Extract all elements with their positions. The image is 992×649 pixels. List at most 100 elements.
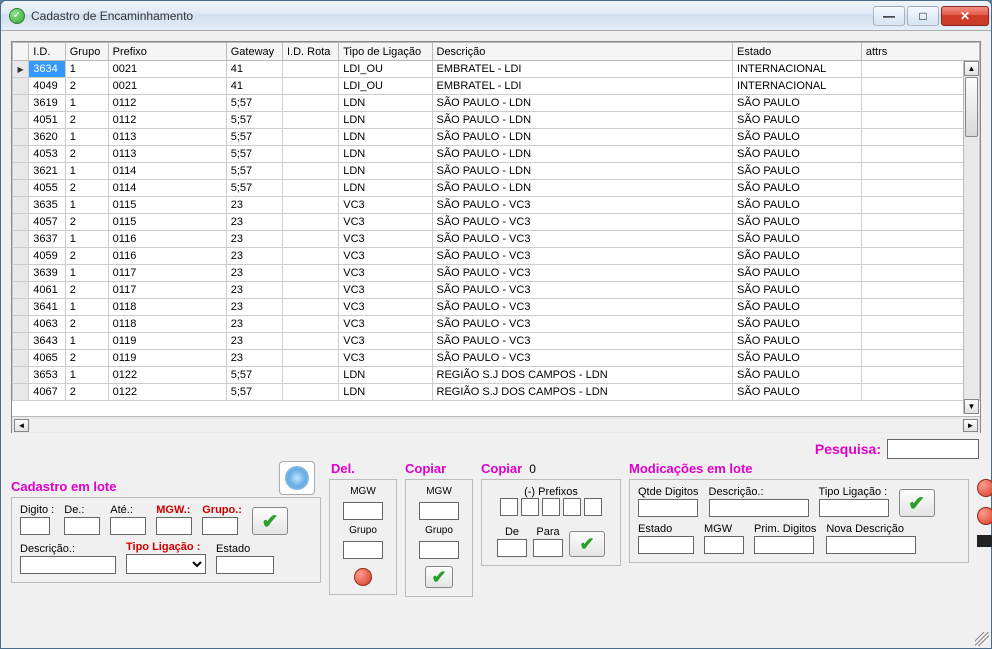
cell-desc[interactable]: REGIÃO S.J DOS CAMPOS - LDN: [432, 367, 733, 384]
row-selector[interactable]: [13, 384, 29, 401]
cell-gateway[interactable]: 41: [226, 61, 282, 78]
cell-prefixo[interactable]: 0118: [108, 316, 226, 333]
globe-icon[interactable]: [279, 461, 315, 495]
col-gateway[interactable]: Gateway: [226, 43, 282, 61]
row-selector[interactable]: [13, 367, 29, 384]
cell-desc[interactable]: SÃO PAULO - LDN: [432, 129, 733, 146]
col-id[interactable]: I.D.: [29, 43, 65, 61]
cell-estado[interactable]: SÃO PAULO: [733, 197, 862, 214]
cell-prefixo[interactable]: 0117: [108, 265, 226, 282]
cell-gateway[interactable]: 5;57: [226, 163, 282, 180]
cell-estado[interactable]: SÃO PAULO: [733, 248, 862, 265]
mod-input-tipoligacao[interactable]: [819, 499, 889, 517]
cell-tipo[interactable]: LDN: [339, 95, 432, 112]
cell-prefixo[interactable]: 0115: [108, 214, 226, 231]
cell-estado[interactable]: SÃO PAULO: [733, 299, 862, 316]
cancel-record-button[interactable]: [977, 507, 992, 525]
cell-idrota[interactable]: [283, 129, 339, 146]
cell-idrota[interactable]: [283, 146, 339, 163]
cell-gateway[interactable]: 23: [226, 333, 282, 350]
row-selector[interactable]: [13, 129, 29, 146]
cell-prefixo[interactable]: 0118: [108, 299, 226, 316]
cell-desc[interactable]: EMBRATEL - LDI: [432, 78, 733, 95]
titlebar[interactable]: ✓ Cadastro de Encaminhamento — □ ✕: [1, 1, 991, 31]
del-input-grupo[interactable]: [343, 541, 383, 559]
cell-gateway[interactable]: 23: [226, 282, 282, 299]
cell-prefixo[interactable]: 0113: [108, 146, 226, 163]
cell-prefixo[interactable]: 0021: [108, 78, 226, 95]
cell-desc[interactable]: SÃO PAULO - VC3: [432, 265, 733, 282]
cell-tipo[interactable]: LDN: [339, 163, 432, 180]
cell-id[interactable]: 3619: [29, 95, 65, 112]
prefix-input-5[interactable]: [584, 498, 602, 516]
cell-tipo[interactable]: LDN: [339, 146, 432, 163]
cell-desc[interactable]: SÃO PAULO - VC3: [432, 214, 733, 231]
combo-tipoligacao[interactable]: [126, 554, 206, 574]
cell-gateway[interactable]: 23: [226, 299, 282, 316]
row-selector[interactable]: [13, 61, 29, 78]
cell-estado[interactable]: SÃO PAULO: [733, 350, 862, 367]
col-attrs[interactable]: attrs: [861, 43, 979, 61]
table-row[interactable]: 36351011523VC3SÃO PAULO - VC3SÃO PAULO: [13, 197, 980, 214]
cell-attrs[interactable]: [861, 282, 979, 299]
cell-id[interactable]: 4061: [29, 282, 65, 299]
table-row[interactable]: 40612011723VC3SÃO PAULO - VC3SÃO PAULO: [13, 282, 980, 299]
scroll-right-button[interactable]: ►: [963, 419, 978, 432]
cell-estado[interactable]: SÃO PAULO: [733, 95, 862, 112]
cell-grupo[interactable]: 2: [65, 350, 108, 367]
cell-attrs[interactable]: [861, 197, 979, 214]
cell-tipo[interactable]: VC3: [339, 316, 432, 333]
table-row[interactable]: 3621101145;57LDNSÃO PAULO - LDNSÃO PAULO: [13, 163, 980, 180]
cell-grupo[interactable]: 2: [65, 214, 108, 231]
cell-prefixo[interactable]: 0114: [108, 180, 226, 197]
cell-id[interactable]: 3634: [29, 61, 65, 78]
cell-tipo[interactable]: LDI_OU: [339, 61, 432, 78]
cell-estado[interactable]: INTERNACIONAL: [733, 61, 862, 78]
cell-desc[interactable]: SÃO PAULO - VC3: [432, 248, 733, 265]
cell-attrs[interactable]: [861, 248, 979, 265]
cell-idrota[interactable]: [283, 248, 339, 265]
cell-estado[interactable]: SÃO PAULO: [733, 316, 862, 333]
cadastro-confirm-button[interactable]: ✔: [252, 507, 288, 535]
cell-tipo[interactable]: VC3: [339, 333, 432, 350]
col-descricao[interactable]: Descrição: [432, 43, 733, 61]
cell-grupo[interactable]: 1: [65, 333, 108, 350]
cell-desc[interactable]: SÃO PAULO - LDN: [432, 112, 733, 129]
col-tipo[interactable]: Tipo de Ligação: [339, 43, 432, 61]
cell-idrota[interactable]: [283, 333, 339, 350]
cell-prefixo[interactable]: 0122: [108, 384, 226, 401]
cell-tipo[interactable]: VC3: [339, 248, 432, 265]
scroll-down-button[interactable]: ▼: [964, 399, 979, 414]
minimize-button[interactable]: —: [873, 6, 905, 26]
input-grupo[interactable]: [202, 517, 238, 535]
cell-prefixo[interactable]: 0114: [108, 163, 226, 180]
row-selector[interactable]: [13, 197, 29, 214]
row-selector[interactable]: [13, 95, 29, 112]
cell-estado[interactable]: SÃO PAULO: [733, 367, 862, 384]
cell-grupo[interactable]: 1: [65, 61, 108, 78]
cell-idrota[interactable]: [283, 163, 339, 180]
cell-attrs[interactable]: [861, 61, 979, 78]
cell-id[interactable]: 3653: [29, 367, 65, 384]
cell-id[interactable]: 4065: [29, 350, 65, 367]
col-estado[interactable]: Estado: [733, 43, 862, 61]
maximize-button[interactable]: □: [907, 6, 939, 26]
cell-attrs[interactable]: [861, 146, 979, 163]
row-selector[interactable]: [13, 350, 29, 367]
cell-tipo[interactable]: VC3: [339, 350, 432, 367]
cell-id[interactable]: 4057: [29, 214, 65, 231]
cell-grupo[interactable]: 2: [65, 146, 108, 163]
table-row[interactable]: 40592011623VC3SÃO PAULO - VC3SÃO PAULO: [13, 248, 980, 265]
row-selector[interactable]: [13, 248, 29, 265]
cell-prefixo[interactable]: 0122: [108, 367, 226, 384]
cell-grupo[interactable]: 1: [65, 95, 108, 112]
cell-attrs[interactable]: [861, 231, 979, 248]
cell-grupo[interactable]: 1: [65, 197, 108, 214]
cell-idrota[interactable]: [283, 78, 339, 95]
mod-input-primdig[interactable]: [754, 536, 814, 554]
cell-gateway[interactable]: 23: [226, 214, 282, 231]
delete-record-button[interactable]: [977, 479, 992, 497]
cell-attrs[interactable]: [861, 333, 979, 350]
cell-desc[interactable]: SÃO PAULO - VC3: [432, 282, 733, 299]
cell-id[interactable]: 3637: [29, 231, 65, 248]
